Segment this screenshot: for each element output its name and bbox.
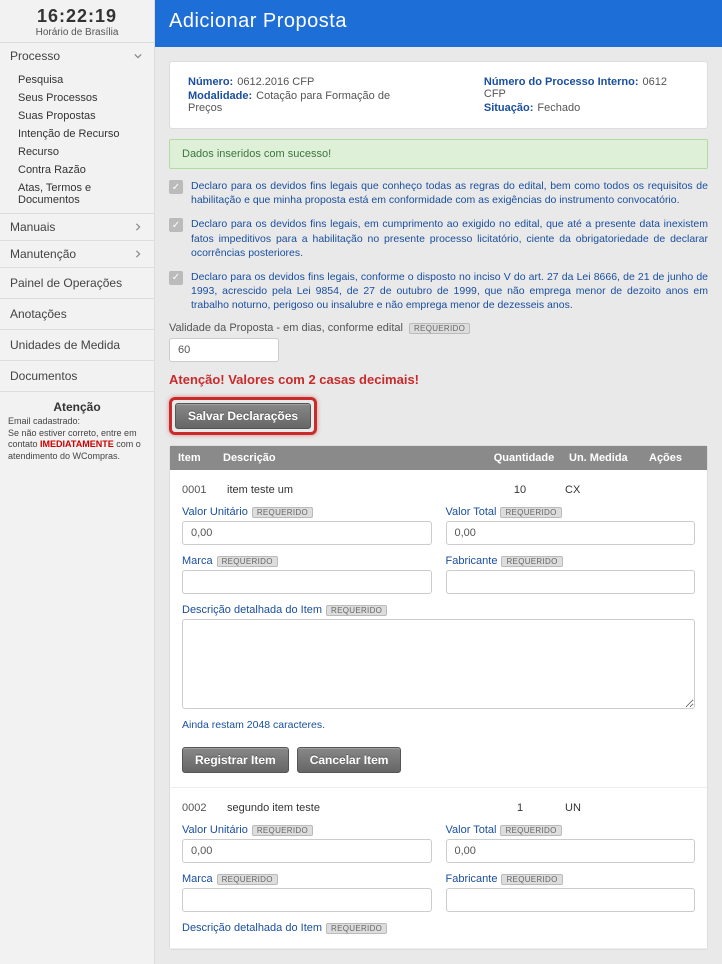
valor-unitario-label: Valor Unitário (182, 506, 248, 518)
descricao-detalhada-label: Descrição detalhada do Item (182, 922, 322, 934)
validity-label: Validade da Proposta - em dias, conforme… (169, 322, 403, 334)
attention-note-highlight: IMEDIATAMENTE (40, 439, 114, 449)
valor-unitario-input[interactable] (182, 839, 432, 863)
required-badge: REQUERIDO (409, 323, 470, 334)
menu-processo-header[interactable]: Processo (0, 43, 154, 69)
menu-unidades-medida[interactable]: Unidades de Medida (0, 330, 154, 361)
validity-input[interactable] (169, 338, 279, 362)
sidebar-item-pesquisa[interactable]: Pesquisa (0, 71, 154, 89)
col-qty: Quantidade (479, 452, 569, 464)
declaration-checkbox-2[interactable]: ✓ (169, 218, 183, 232)
numero-value: 0612.2016 CFP (237, 76, 314, 88)
items-panel: Item Descrição Quantidade Un. Medida Açõ… (169, 445, 708, 950)
save-button-highlight: Salvar Declarações (169, 397, 317, 435)
sidebar-item-atas-termos[interactable]: Atas, Termos e Documentos (0, 179, 154, 209)
situacao-label: Situação: (484, 102, 534, 114)
item-qty: 10 (475, 484, 565, 496)
declaration-text-2: Declaro para os devidos fins legais, em … (191, 217, 708, 260)
marca-input[interactable] (182, 888, 432, 912)
fabricante-label: Fabricante (446, 555, 498, 567)
valor-total-input[interactable] (446, 521, 696, 545)
registrar-item-button[interactable]: Registrar Item (182, 747, 289, 773)
chevron-right-icon (132, 248, 144, 260)
chevron-right-icon (132, 221, 144, 233)
item-desc: segundo item teste (227, 802, 475, 814)
fabricante-input[interactable] (446, 570, 696, 594)
valor-unitario-label: Valor Unitário (182, 824, 248, 836)
descricao-detalhada-textarea[interactable] (182, 619, 695, 709)
col-ac: Ações (649, 452, 699, 464)
menu-documentos[interactable]: Documentos (0, 361, 154, 392)
items-table-header: Item Descrição Quantidade Un. Medida Açõ… (170, 446, 707, 470)
attention-title: Atenção (8, 400, 146, 414)
descricao-detalhada-label: Descrição detalhada do Item (182, 604, 322, 616)
col-un: Un. Medida (569, 452, 649, 464)
clock-time: 16:22:19 (0, 6, 154, 27)
item-qty: 1 (475, 802, 565, 814)
page-title: Adicionar Proposta (155, 0, 722, 47)
valor-total-label: Valor Total (446, 824, 497, 836)
valor-total-input[interactable] (446, 839, 696, 863)
numero-label: Número: (188, 76, 233, 88)
sidebar-item-intencao-recurso[interactable]: Intenção de Recurso (0, 125, 154, 143)
menu-painel-operacoes[interactable]: Painel de Operações (0, 268, 154, 299)
sidebar-item-recurso[interactable]: Recurso (0, 143, 154, 161)
declaration-checkbox-1[interactable]: ✓ (169, 180, 183, 194)
valor-total-label: Valor Total (446, 506, 497, 518)
attention-email-label: Email cadastrado: (8, 416, 80, 426)
success-banner: Dados inseridos com sucesso! (169, 139, 708, 169)
declaration-text-3: Declaro para os devidos fins legais, con… (191, 270, 708, 313)
main-content: Adicionar Proposta Número:0612.2016 CFP … (155, 0, 722, 964)
menu-manutencao[interactable]: Manutenção (0, 241, 154, 267)
chars-remaining: Ainda restam 2048 caracteres. (182, 719, 695, 731)
item-number: 0002 (182, 802, 227, 814)
processo-interno-label: Número do Processo Interno: (484, 76, 639, 88)
menu-processo: Processo Pesquisa Seus Processos Suas Pr… (0, 43, 154, 214)
valor-unitario-input[interactable] (182, 521, 432, 545)
menu-manuais[interactable]: Manuais (0, 214, 154, 240)
declaration-checkbox-3[interactable]: ✓ (169, 271, 183, 285)
col-item: Item (178, 452, 223, 464)
declaration-text-1: Declaro para os devidos fins legais que … (191, 179, 708, 207)
decimal-warning: Atenção! Valores com 2 casas decimais! (169, 372, 708, 387)
marca-label: Marca (182, 873, 213, 885)
situacao-value: Fechado (537, 102, 580, 114)
item-un: UN (565, 802, 645, 814)
cancelar-item-button[interactable]: Cancelar Item (297, 747, 402, 773)
sidebar-item-suas-propostas[interactable]: Suas Propostas (0, 107, 154, 125)
marca-input[interactable] (182, 570, 432, 594)
clock-label: Horário de Brasília (0, 27, 154, 38)
item-block: 0002 segundo item teste 1 UN Valor Unitá… (170, 788, 707, 949)
clock: 16:22:19 Horário de Brasília (0, 0, 154, 43)
sidebar-item-seus-processos[interactable]: Seus Processos (0, 89, 154, 107)
chevron-down-icon (132, 50, 144, 62)
save-declarations-button[interactable]: Salvar Declarações (175, 403, 311, 429)
menu-anotacoes[interactable]: Anotações (0, 299, 154, 330)
item-desc: item teste um (227, 484, 475, 496)
modalidade-label: Modalidade: (188, 90, 252, 102)
col-desc: Descrição (223, 452, 479, 464)
fabricante-input[interactable] (446, 888, 696, 912)
fabricante-label: Fabricante (446, 873, 498, 885)
item-block: 0001 item teste um 10 CX Valor Unitário R… (170, 470, 707, 788)
attention-box: Atenção Email cadastrado: Se não estiver… (0, 392, 154, 471)
item-number: 0001 (182, 484, 227, 496)
process-info-card: Número:0612.2016 CFP Modalidade:Cotação … (169, 61, 708, 129)
declarations: ✓ Declaro para os devidos fins legais qu… (169, 179, 708, 312)
item-un: CX (565, 484, 645, 496)
sidebar: 16:22:19 Horário de Brasília Processo Pe… (0, 0, 155, 964)
marca-label: Marca (182, 555, 213, 567)
sidebar-item-contra-razao[interactable]: Contra Razão (0, 161, 154, 179)
